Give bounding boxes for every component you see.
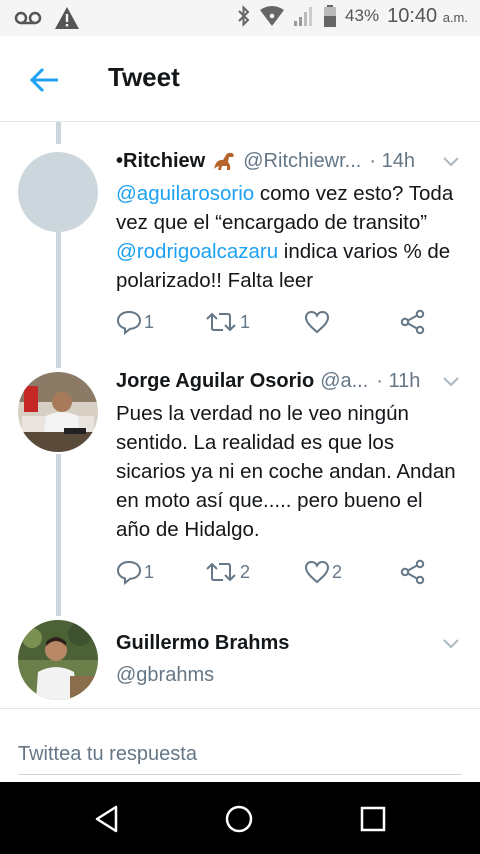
tweet-time: · 14h [369, 149, 415, 172]
reply-count: 1 [144, 311, 155, 332]
reply-icon [116, 310, 142, 335]
status-bar: 43% 10:40 a.m. [0, 0, 480, 36]
tweet-time: · 11h [376, 369, 421, 392]
tweet-text: Pues la verdad no le veo ningún sentido.… [116, 402, 456, 541]
reply-button[interactable]: 1 [116, 309, 154, 335]
retweet-icon [206, 562, 236, 582]
tweet-body: Guillermo Brahms @gbrahms [116, 628, 462, 687]
wifi-icon [260, 6, 285, 26]
nav-back-button[interactable] [92, 804, 122, 834]
reply-input[interactable] [18, 735, 462, 775]
bluetooth-icon [238, 5, 250, 27]
tweet-header: Jorge Aguilar Osorio @a... · 11h [116, 366, 462, 396]
dinosaur-emoji-icon [214, 152, 235, 170]
avatar-photo [18, 372, 98, 452]
chevron-down-icon[interactable] [440, 632, 462, 654]
share-button[interactable] [400, 559, 426, 585]
chevron-down-icon[interactable] [440, 370, 462, 392]
avatar[interactable] [18, 620, 98, 700]
nav-home-button[interactable] [224, 804, 254, 834]
author-name[interactable]: •Ritchiew [116, 150, 205, 173]
reply-button[interactable]: 1 [116, 559, 154, 585]
avatar[interactable] [18, 152, 98, 232]
share-button[interactable] [400, 309, 426, 335]
reply-icon [116, 560, 142, 585]
nav-recents-button[interactable] [358, 804, 388, 834]
retweet-button[interactable]: 2 [204, 559, 250, 585]
page-title: Tweet [108, 62, 180, 92]
mention-link[interactable]: @rodrigoalcazaru [116, 240, 278, 263]
tweet-text: @aguilarosorio como vez esto? Toda vez q… [116, 179, 462, 295]
clock-time: 10:40 [387, 4, 438, 27]
app-bar: Tweet [0, 36, 480, 122]
author-handle[interactable]: @Ritchiewr... [243, 150, 361, 173]
voicemail-icon [14, 11, 42, 25]
clock: 10:40 a.m. [387, 5, 468, 28]
like-button[interactable]: 2 [304, 559, 342, 585]
author-name[interactable]: Guillermo Brahms [116, 632, 289, 655]
author-name[interactable]: Jorge Aguilar Osorio [116, 370, 314, 393]
chevron-down-icon[interactable] [440, 150, 462, 172]
reply-composer [0, 708, 480, 784]
tweet[interactable]: •Ritchiew @Ritchiewr... · 14h @aguilaros… [0, 144, 480, 364]
square-recents-icon [360, 806, 386, 832]
tweet[interactable]: Jorge Aguilar Osorio @a... · 11h Pues la… [0, 364, 480, 614]
reply-count: 1 [144, 561, 155, 582]
like-button[interactable] [304, 309, 332, 335]
signal-icon [294, 7, 313, 26]
tweet-actions: 1 2 2 [116, 559, 446, 589]
author-handle[interactable]: @gbrahms [116, 664, 462, 687]
share-icon [400, 309, 425, 335]
clock-suffix: a.m. [442, 9, 468, 25]
status-bar-left [14, 6, 80, 30]
battery-icon [324, 5, 337, 27]
like-count: 2 [332, 561, 343, 582]
retweet-count: 1 [240, 311, 251, 332]
retweet-icon [206, 312, 236, 332]
retweet-count: 2 [240, 561, 251, 582]
warning-icon [55, 7, 79, 29]
tweet-body: •Ritchiew @Ritchiewr... · 14h @aguilaros… [116, 146, 462, 295]
back-button[interactable] [26, 62, 62, 98]
tweet-body: Jorge Aguilar Osorio @a... · 11h Pues la… [116, 366, 462, 544]
avatar[interactable] [18, 372, 98, 452]
system-nav-bar [0, 782, 480, 854]
circle-home-icon [225, 805, 253, 833]
mention-link[interactable]: @aguilarosorio [116, 182, 254, 205]
share-icon [400, 559, 425, 585]
battery-percent: 43% [345, 6, 380, 25]
tweet-author-header[interactable]: Guillermo Brahms @gbrahms [0, 616, 480, 708]
arrow-left-icon [29, 67, 58, 93]
avatar-photo [18, 620, 98, 700]
heart-icon [304, 310, 330, 334]
author-handle[interactable]: @a... [320, 370, 368, 393]
tweet-actions: 1 1 [116, 309, 446, 339]
tweet-header: •Ritchiew @Ritchiewr... · 14h [116, 146, 462, 176]
retweet-button[interactable]: 1 [204, 309, 250, 335]
author-name-row: Guillermo Brahms [116, 628, 462, 658]
triangle-back-icon [95, 805, 118, 833]
status-bar-right: 43% 10:40 a.m. [237, 4, 468, 28]
thread-line-top [56, 122, 61, 144]
heart-icon [304, 560, 330, 584]
